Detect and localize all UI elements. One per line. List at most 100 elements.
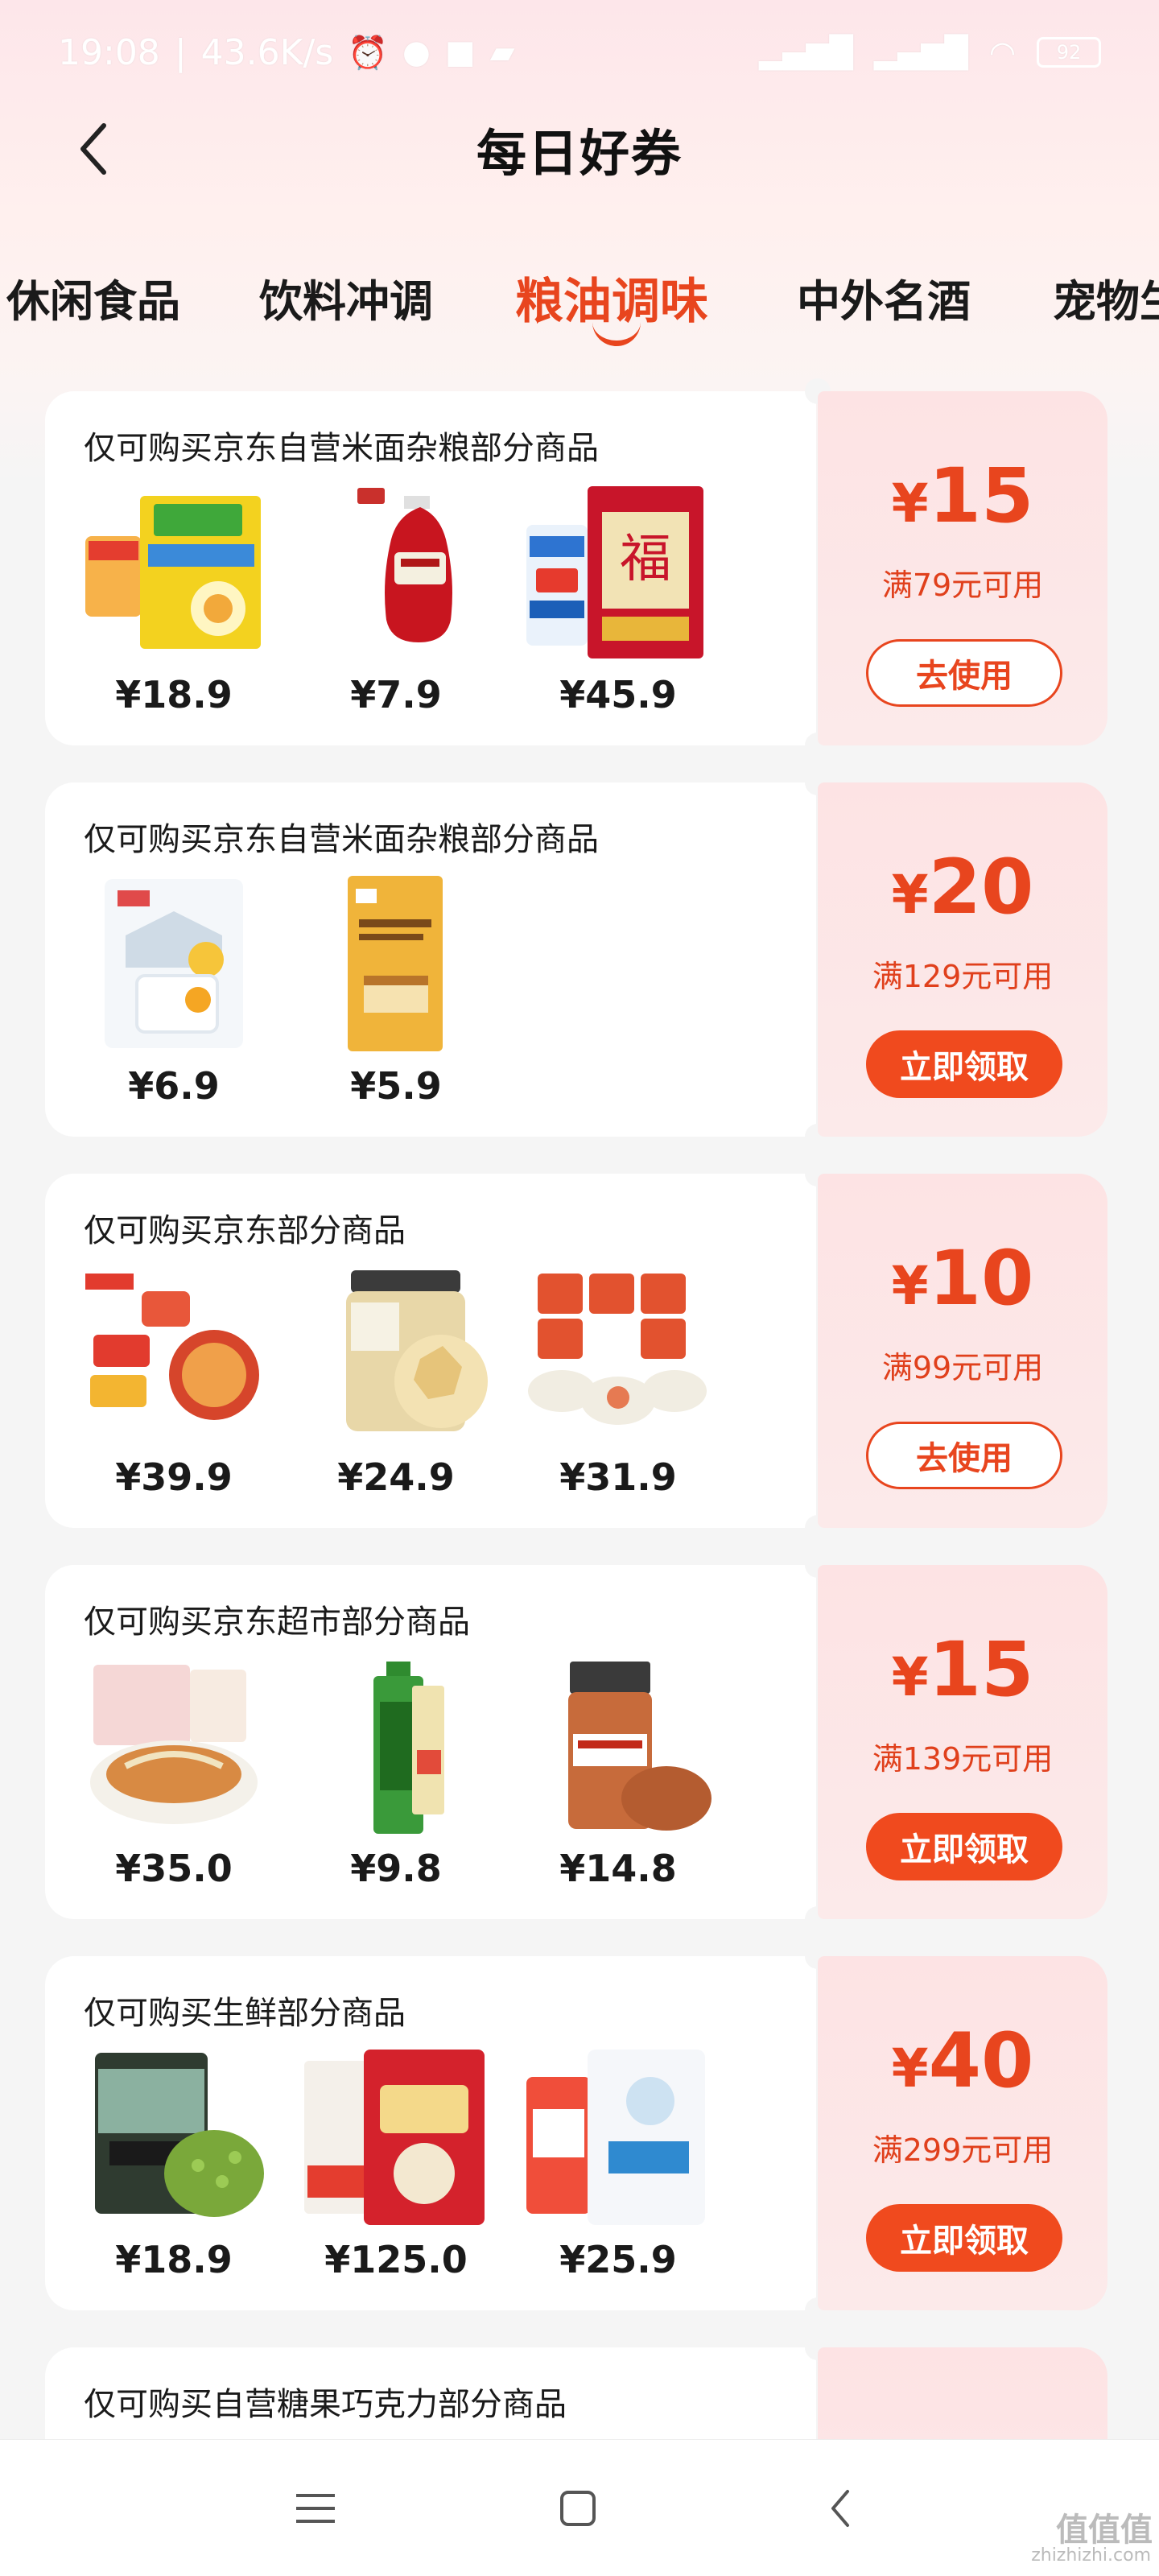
coupon-condition: 满99元可用: [881, 1350, 1044, 1385]
coupon-card: 仅可购买京东自营米面杂粮部分商品 ¥18.9 ¥7.9 福 ¥45.9 ¥15 …: [45, 378, 1107, 758]
product-price: ¥31.9: [559, 1455, 677, 1499]
coupon-product-area: 仅可购买京东自营米面杂粮部分商品 ¥6.9 ¥5.9: [45, 782, 816, 1137]
product-item[interactable]: ¥35.0: [77, 1653, 270, 1895]
coupon-value-area: ¥15 满139元可用 立即领取: [818, 1565, 1107, 1919]
status-speed: 43.6K/s: [200, 31, 334, 73]
coupon-value-area: ¥20 满129元可用 立即领取: [818, 782, 1107, 1137]
wifi-icon: ◠: [988, 35, 1016, 70]
ketchup-bottle-icon: [357, 488, 452, 642]
coupon-card: 仅可购买京东超市部分商品 ¥35.0 ¥9.8 ¥14.8 ¥15 满139元可…: [45, 1552, 1107, 1932]
product-price: ¥6.9: [128, 1064, 220, 1108]
signal-icon: ▂▄▆█: [759, 35, 853, 70]
product-item[interactable]: ¥18.9: [77, 480, 270, 721]
coupon-value-area: ¥15 满79元可用 去使用: [818, 391, 1107, 745]
category-tabs: 休闲食品 饮料冲调 粮油调味 中外名酒 宠物生: [0, 242, 1159, 354]
product-item[interactable]: ¥7.9: [299, 480, 493, 721]
coupon-title: 仅可购买京东超市部分商品: [84, 1604, 470, 1641]
product-price: ¥5.9: [350, 1064, 442, 1108]
coupon-title: 仅可购买生鲜部分商品: [84, 1995, 406, 2032]
instant-soup-icon: [528, 1274, 707, 1425]
use-coupon-button[interactable]: 去使用: [866, 1422, 1062, 1489]
use-coupon-button[interactable]: 去使用: [866, 639, 1062, 707]
product-price: ¥9.8: [350, 1847, 442, 1890]
system-back-button[interactable]: [800, 2472, 881, 2545]
product-item[interactable]: ¥24.9: [299, 1262, 493, 1504]
coupon-title: 仅可购买京东部分商品: [84, 1212, 406, 1249]
page-title: 每日好券: [476, 124, 683, 183]
watermark-url: zhizhizhi.com: [1031, 2545, 1151, 2566]
product-item[interactable]: ¥6.9: [77, 871, 270, 1113]
coupon-amount: ¥20: [891, 844, 1034, 931]
product-item[interactable]: ¥18.9: [77, 2045, 270, 2286]
rock-sugar-jar-icon: [346, 1270, 488, 1431]
tab-pet[interactable]: 宠物生: [1053, 266, 1159, 329]
menu-icon: [296, 2494, 335, 2523]
coupon-product-area: 仅可购买京东部分商品 ¥39.9 ¥24.9 ¥31.9: [45, 1174, 816, 1528]
product-item[interactable]: ¥125.0: [299, 2045, 493, 2286]
coupon-amount: ¥10: [891, 1235, 1034, 1323]
coupon-amount: ¥15: [891, 1626, 1034, 1714]
product-price: ¥45.9: [559, 673, 677, 716]
claim-coupon-button[interactable]: 立即领取: [866, 2204, 1062, 2272]
coupon-condition: 满79元可用: [881, 568, 1044, 603]
back-button[interactable]: [56, 113, 129, 185]
wechat-icon: ●: [402, 34, 431, 71]
product-item[interactable]: ¥14.8: [522, 1653, 715, 1895]
watermark-logo: 值值值: [1056, 2512, 1153, 2549]
wasabi-tube-icon: [373, 1662, 444, 1834]
product-price: ¥39.9: [115, 1455, 233, 1499]
signal-hd-icon: ▂▄▆█: [873, 35, 968, 70]
coupon-title: 仅可购买京东自营米面杂粮部分商品: [84, 821, 599, 858]
active-tab-indicator: [592, 322, 641, 346]
product-price: ¥35.0: [115, 1847, 233, 1890]
alarm-icon: ⏰: [348, 34, 389, 72]
product-price: ¥125.0: [324, 2238, 468, 2281]
tab-liquor[interactable]: 中外名酒: [797, 266, 971, 329]
seasoning-pack-icon: [85, 496, 261, 649]
menu-button[interactable]: [275, 2472, 356, 2545]
product-item[interactable]: ¥5.9: [299, 871, 493, 1113]
app-notification-icon: ■: [444, 34, 476, 71]
top-nav: 每日好券: [0, 105, 1159, 193]
product-item[interactable]: ¥25.9: [522, 2045, 715, 2286]
product-price: ¥18.9: [115, 673, 233, 716]
coupon-value-area: ¥40 满299元可用 立即领取: [818, 1956, 1107, 2310]
tab-drinks[interactable]: 饮料冲调: [259, 266, 433, 329]
coupon-product-area: 仅可购买京东超市部分商品 ¥35.0 ¥9.8 ¥14.8: [45, 1565, 816, 1919]
home-square-icon: [560, 2491, 596, 2526]
coupon-condition: 满299元可用: [872, 2132, 1054, 2168]
coupon-condition: 满129元可用: [872, 959, 1054, 994]
rice-noodle-bowl-icon: [90, 1665, 258, 1824]
back-arrow-icon: [831, 2490, 849, 2527]
svg-text:福: 福: [620, 530, 671, 589]
white-flour-bag-icon: [526, 2050, 705, 2225]
starch-pack-icon: [105, 879, 243, 1048]
home-button[interactable]: [538, 2472, 618, 2545]
coupon-title: 仅可购买自营糖果巧克力部分商品: [84, 2386, 567, 2423]
product-item[interactable]: ¥39.9: [77, 1262, 270, 1504]
product-item[interactable]: ¥9.8: [299, 1653, 493, 1895]
tab-snacks[interactable]: 休闲食品: [6, 266, 180, 329]
product-price: ¥14.8: [559, 1847, 677, 1890]
coupon-title: 仅可购买京东自营米面杂粮部分商品: [84, 430, 599, 467]
bbq-spice-jar-icon: [568, 1662, 711, 1831]
noodle-cups-icon: [85, 1274, 259, 1420]
coupon-card: 仅可购买京东自营米面杂粮部分商品 ¥6.9 ¥5.9 ¥20 满129元可用 立…: [45, 770, 1107, 1150]
coupon-amount: ¥15: [891, 452, 1034, 540]
rice-bag-icon: 福: [526, 486, 703, 658]
flour-pack-icon: [348, 876, 443, 1051]
product-item[interactable]: 福 ¥45.9: [522, 480, 715, 721]
message-icon: ▰: [489, 34, 515, 71]
claim-coupon-button[interactable]: 立即领取: [866, 1030, 1062, 1098]
mung-beans-icon: [95, 2053, 264, 2217]
product-item[interactable]: ¥31.9: [522, 1262, 715, 1504]
coupon-value-area: ¥10 满99元可用 去使用: [818, 1174, 1107, 1528]
claim-coupon-button[interactable]: 立即领取: [866, 1813, 1062, 1880]
battery-icon: 92: [1037, 37, 1101, 68]
status-time: 19:08: [58, 31, 160, 73]
status-bar: 19:08 | 43.6K/s ⏰ ● ■ ▰ ▂▄▆█ ▂▄▆█ ◠ 92: [0, 0, 1159, 105]
product-price: ¥7.9: [350, 673, 442, 716]
product-price: ¥18.9: [115, 2238, 233, 2281]
chevron-left-icon: [80, 123, 106, 175]
coupon-condition: 满139元可用: [872, 1741, 1054, 1777]
